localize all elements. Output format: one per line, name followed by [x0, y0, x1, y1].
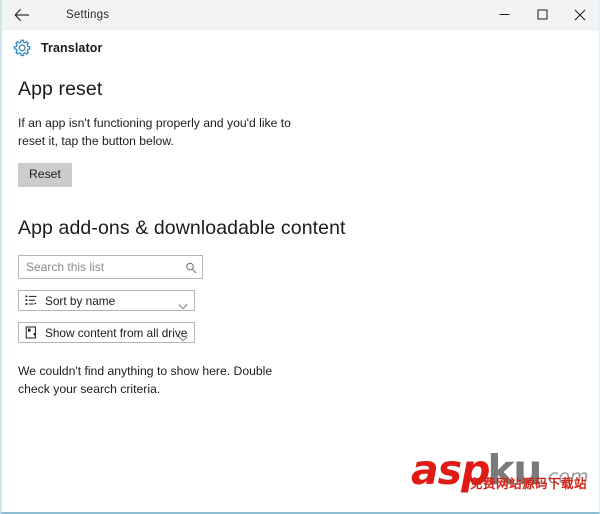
reset-button[interactable]: Reset	[18, 163, 72, 188]
close-icon	[574, 9, 586, 21]
window-title: Settings	[66, 8, 110, 21]
app-header: Translator	[2, 30, 599, 66]
chevron-down-icon	[178, 297, 188, 309]
search-input[interactable]	[19, 256, 202, 279]
empty-state-message: We couldn't find anything to show here. …	[18, 364, 273, 396]
app-reset-description: If an app isn't functioning properly and…	[18, 116, 291, 148]
search-icon	[185, 261, 197, 274]
watermark: asp ku .com 免费网站源码下载站	[411, 450, 589, 502]
app-name: Translator	[41, 41, 103, 55]
maximize-button[interactable]	[523, 0, 561, 29]
drives-dropdown-label: Show content from all drives	[45, 325, 188, 340]
chevron-down-icon	[178, 329, 188, 341]
watermark-logo: asp ku .com 免费网站源码下载站	[411, 450, 589, 491]
minimize-icon	[499, 9, 510, 20]
addons-heading: App add-ons & downloadable content	[18, 217, 346, 240]
drive-icon	[25, 326, 38, 339]
close-button[interactable]	[561, 0, 599, 29]
search-box[interactable]	[18, 255, 203, 280]
sort-dropdown[interactable]: Sort by name	[18, 290, 195, 312]
maximize-icon	[537, 9, 548, 20]
back-button[interactable]	[2, 0, 42, 29]
gear-icon	[12, 38, 32, 58]
watermark-chinese-text: 免费网站源码下载站	[469, 476, 587, 491]
sort-dropdown-label: Sort by name	[45, 293, 116, 308]
sort-list-icon	[25, 294, 38, 307]
back-arrow-icon	[14, 8, 30, 22]
drives-dropdown[interactable]: Show content from all drives	[18, 322, 195, 344]
title-bar: Settings	[2, 0, 599, 30]
minimize-button[interactable]	[485, 0, 523, 29]
settings-content: App reset If an app isn't functioning pr…	[2, 66, 599, 398]
window-controls	[485, 0, 599, 29]
app-reset-heading: App reset	[18, 78, 103, 100]
settings-window: Settings Translator App reset If an app …	[0, 0, 600, 514]
